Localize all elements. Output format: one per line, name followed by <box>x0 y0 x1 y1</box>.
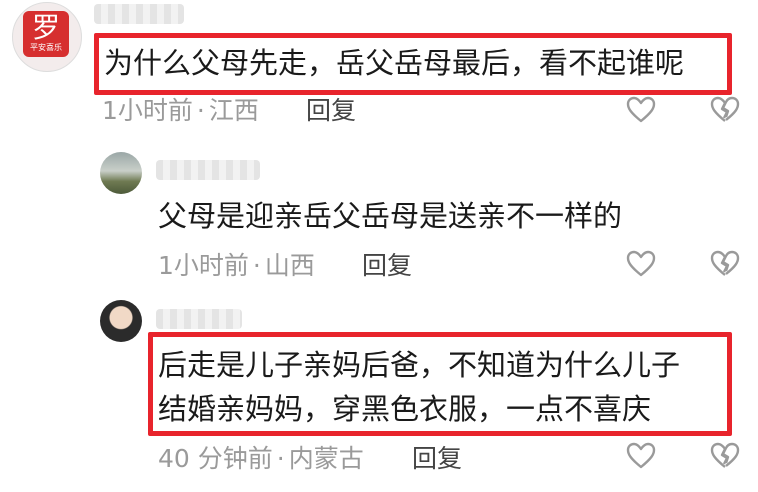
comment-text-line-1: 后走是儿子亲妈后爸，不知道为什么儿子 <box>158 348 681 382</box>
comment-meta: 1小时前 · 山西 <box>158 251 315 281</box>
comment-location: 内蒙古 <box>288 444 364 473</box>
avatar[interactable]: 罗 平安喜乐 <box>12 2 82 72</box>
heart-icon[interactable] <box>626 442 656 470</box>
avatar-caption: 平安喜乐 <box>30 43 62 52</box>
avatar-text: 罗 <box>31 11 60 44</box>
comment-text: 父母是迎亲岳父岳母是送亲不一样的 <box>158 199 623 233</box>
avatar[interactable] <box>100 152 142 194</box>
comment-location: 江西 <box>208 96 259 125</box>
broken-heart-icon[interactable] <box>710 442 740 470</box>
reply-button[interactable]: 回复 <box>412 444 462 474</box>
broken-heart-icon[interactable] <box>710 250 740 278</box>
comment-location: 山西 <box>264 251 315 280</box>
comment-time: 1小时前 <box>158 251 249 280</box>
comment-meta: 1小时前 · 江西 <box>102 96 259 126</box>
separator: · <box>196 96 205 125</box>
reply-button[interactable]: 回复 <box>362 251 412 281</box>
heart-icon[interactable] <box>626 250 656 278</box>
reply-button[interactable]: 回复 <box>306 96 356 126</box>
comment-text: 为什么父母先走，岳父岳母最后，看不起谁呢 <box>104 46 685 80</box>
username-blurred[interactable] <box>156 309 242 329</box>
comment-time: 1小时前 <box>102 96 193 125</box>
heart-icon[interactable] <box>626 96 656 124</box>
comment-time: 40 分钟前 <box>158 444 273 473</box>
avatar[interactable] <box>100 300 142 342</box>
comment-text-line-2: 结婚亲妈妈，穿黑色衣服，一点不喜庆 <box>158 392 652 426</box>
separator: · <box>276 444 285 473</box>
separator: · <box>252 251 261 280</box>
username-blurred[interactable] <box>156 160 260 180</box>
comment-meta: 40 分钟前 · 内蒙古 <box>158 444 364 474</box>
broken-heart-icon[interactable] <box>710 96 740 124</box>
username-blurred[interactable] <box>94 4 184 24</box>
